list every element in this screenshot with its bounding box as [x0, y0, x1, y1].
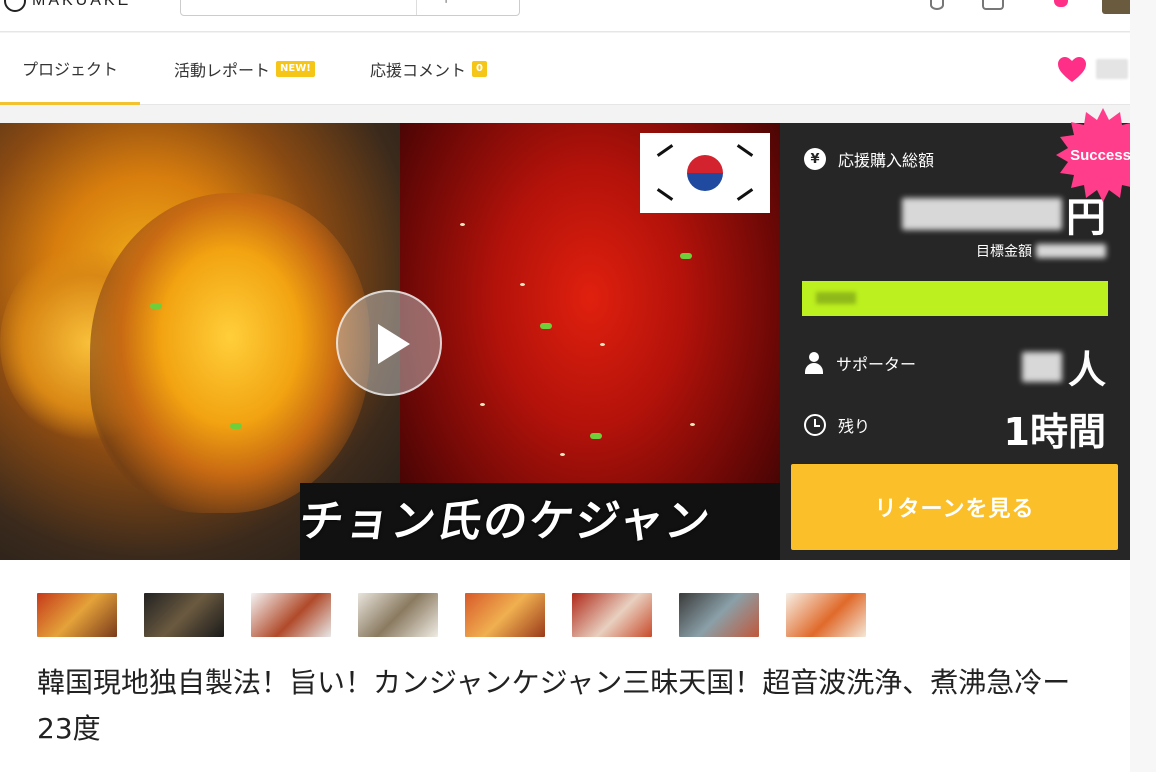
garnish: [560, 453, 565, 456]
search-input[interactable]: ⚲: [180, 0, 520, 16]
project-tabs: プロジェクト 活動レポート NEW! 応援コメント 0: [0, 33, 1156, 105]
tab-label: プロジェクト: [22, 59, 119, 79]
garnish: [600, 343, 605, 346]
korea-flag-icon: [640, 133, 770, 213]
garnish: [680, 253, 692, 259]
logo-icon: [4, 0, 26, 12]
garnish: [480, 403, 485, 406]
supporters-label: サポーター: [804, 351, 916, 375]
top-navigation-bar: MAKUAKE ⚲: [0, 0, 1156, 32]
scrollbar[interactable]: [1130, 0, 1156, 772]
location-icon[interactable]: [930, 0, 944, 10]
tab-activity-report[interactable]: 活動レポート NEW!: [174, 33, 315, 105]
remaining-label: 残り: [804, 413, 870, 437]
thumbnail[interactable]: [572, 593, 652, 637]
garnish: [230, 423, 242, 429]
tab-label: 活動レポート: [174, 61, 271, 80]
thumbnail[interactable]: [358, 593, 438, 637]
supporters-unit: 人: [1067, 348, 1106, 392]
garnish: [690, 423, 695, 426]
thumbnail[interactable]: [144, 593, 224, 637]
supporters-value: [1021, 351, 1062, 382]
garnish: [150, 303, 162, 309]
garnish: [520, 283, 525, 286]
project-title: 韓国現地独自製法！旨い！カンジャンケジャン三昧天国！超音波洗浄、煮沸急冷ー23度: [37, 666, 1071, 745]
play-icon: [378, 324, 410, 364]
notification-icon[interactable]: [1042, 0, 1068, 10]
thumbnail[interactable]: [679, 593, 759, 637]
garnish: [540, 323, 552, 329]
progress-percent: [816, 292, 856, 304]
site-logo[interactable]: MAKUAKE: [4, 0, 131, 12]
flag-emblem: [687, 155, 723, 191]
video-caption: チョン氏のケジャン: [295, 496, 715, 547]
crab-shell: [90, 193, 370, 513]
thumbnail[interactable]: [786, 593, 866, 637]
flag-bar: [656, 144, 674, 157]
thumbnail[interactable]: [251, 593, 331, 637]
garnish: [590, 433, 602, 439]
view-returns-button[interactable]: リターンを見る: [791, 464, 1118, 550]
search-icon[interactable]: ⚲: [441, 0, 451, 5]
goal-value: [1036, 244, 1106, 258]
project-video[interactable]: チョン氏のケジャン: [0, 123, 780, 560]
supporters-count: 人: [1021, 339, 1106, 394]
inbox-icon[interactable]: [982, 0, 1004, 10]
tab-label: 応援コメント: [370, 61, 467, 80]
person-icon: [804, 352, 824, 374]
thumbnail-strip: [37, 593, 866, 637]
heart-icon[interactable]: [1058, 57, 1086, 83]
yen-icon: ¥: [804, 148, 826, 170]
funding-progress-bar: [802, 281, 1108, 316]
play-button[interactable]: [336, 290, 442, 396]
clock-icon: [804, 414, 826, 436]
tab-project[interactable]: プロジェクト: [0, 33, 141, 105]
comment-count-badge: 0: [472, 61, 487, 77]
thumbnail[interactable]: [465, 593, 545, 637]
tab-support-comments[interactable]: 応援コメント 0: [370, 33, 487, 105]
flag-bar: [736, 188, 754, 201]
flag-bar: [736, 144, 754, 157]
new-badge: NEW!: [276, 61, 315, 77]
total-label-text: 応援購入総額: [838, 151, 935, 170]
flag-bar: [656, 188, 674, 201]
goal-amount: 目標金額: [976, 241, 1106, 261]
total-amount-value: [902, 198, 1062, 230]
favorite-count: [1096, 59, 1128, 79]
notification-badge: [1054, 0, 1068, 7]
garnish: [460, 223, 465, 226]
total-amount-label: ¥ 応援購入総額: [804, 147, 934, 171]
header-icons: [930, 0, 1136, 14]
search-divider: [416, 0, 417, 15]
thumbnail[interactable]: [37, 593, 117, 637]
logo-text: MAKUAKE: [32, 0, 132, 9]
remaining-label-text: 残り: [838, 417, 871, 436]
supporters-label-text: サポーター: [836, 355, 917, 374]
goal-label: 目標金額: [976, 244, 1032, 260]
remaining-time: 1時間: [1003, 410, 1106, 454]
